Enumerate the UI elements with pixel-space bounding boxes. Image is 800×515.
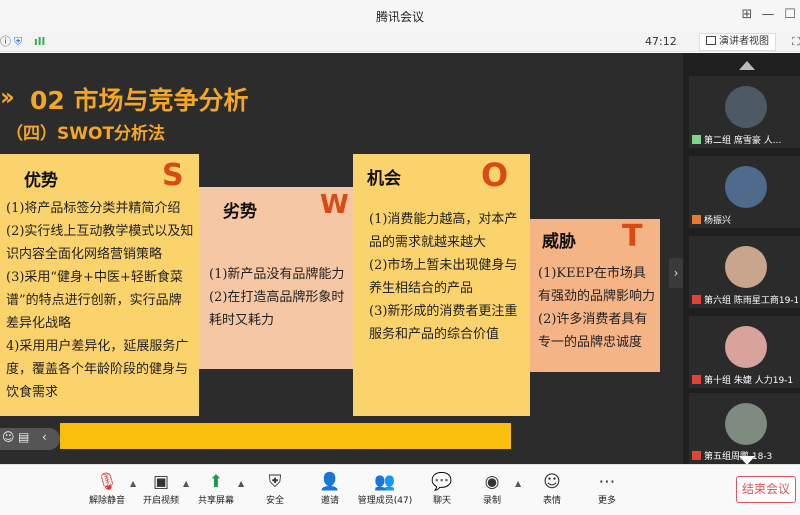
card-line: (1)KEEP在市场具有强劲的品牌影响力 xyxy=(538,266,656,304)
camera-off-icon: ▣ xyxy=(152,472,170,492)
share-screen-button[interactable]: ⬆ 共享屏幕 xyxy=(186,471,246,506)
caret-icon[interactable]: ▲ xyxy=(515,479,521,488)
participant-tile[interactable]: 第六组 陈雨星工商19-1 xyxy=(689,236,800,308)
share-screen-icon: ⬆ xyxy=(208,472,224,492)
card-body: (1)消费能力越高，对本产品的需求就越来越大 (2)市场上暂未出现健身与养生相结… xyxy=(369,208,521,346)
comment-icon[interactable]: ▤ xyxy=(18,430,29,444)
caret-icon[interactable]: ▲ xyxy=(238,479,244,488)
card-line: (1)消费能力越高，对本产品的需求就越来越大 xyxy=(369,212,518,250)
panel-toggle-button[interactable]: › xyxy=(669,258,683,288)
add-user-icon: 👤 xyxy=(319,472,341,492)
participant-name: 第六组 陈雨星工商19-1 xyxy=(704,296,798,306)
meeting-toolbar: 🎙 解除静音 ▲ ▣ 开启视频 ▲ ⬆ 共享屏幕 ▲ ⛨ 安全 👤 邀请 👥 管… xyxy=(0,464,800,515)
participant-name: 杨振兴 xyxy=(704,216,732,226)
card-body: (1)新产品没有品牌能力 (2)在打造高品牌形象时耗时又耗力 xyxy=(209,263,345,332)
participant-name: 第十组 朱婕 人力19-1 xyxy=(704,376,794,386)
mic-muted-icon: 🎙 xyxy=(96,472,118,492)
end-meeting-button[interactable]: 结束会议 xyxy=(736,476,796,503)
avatar xyxy=(725,246,767,288)
card-line: (2)在打造高品牌形象时耗时又耗力 xyxy=(209,290,345,328)
scroll-up-icon[interactable] xyxy=(739,61,755,70)
avatar xyxy=(725,326,767,368)
more-button[interactable]: ⋯ 更多 xyxy=(577,471,637,506)
card-line: (2)实行线上互动教学模式以及知识内容全面化网络营销策略 xyxy=(6,224,194,262)
card-line: (3)新形成的消费者更注重服务和产品的综合价值 xyxy=(369,304,518,342)
participant-tile[interactable]: 第二组 席雪豪 人... xyxy=(689,76,800,148)
card-line: (3)采用“健身+中医+轻断食菜谱”的特点进行创新，实行品牌差异化战略 xyxy=(6,270,183,331)
card-line: (2)市场上暂未出现健身与养生相结合的产品 xyxy=(369,258,518,296)
info-icon[interactable]: ⓘ xyxy=(0,35,11,49)
card-line: (2)许多消费者具有专一的品牌忠诚度 xyxy=(538,312,648,350)
record-button[interactable]: ◉ 录制 xyxy=(462,471,522,506)
card-letter: O xyxy=(481,156,509,194)
avatar xyxy=(725,86,767,128)
view-switch-button[interactable]: 演讲者视图 xyxy=(699,33,776,51)
pin-icon[interactable]: ⊞ xyxy=(737,6,757,24)
slide-subtitle: （四）SWOT分析法 xyxy=(6,124,166,144)
mic-muted-icon xyxy=(692,375,701,384)
participant-tile[interactable]: 第五组周鹏 18-3 xyxy=(689,393,800,464)
mic-icon xyxy=(692,135,701,144)
card-body: (1)KEEP在市场具有强劲的品牌影响力 (2)许多消费者具有专一的品牌忠诚度 xyxy=(538,262,656,354)
swot-card-strengths: 优势 S (1)将产品标签分类并精简介绍 (2)实行线上互动教学模式以及知识内容… xyxy=(0,154,199,416)
window-title: 腾讯会议 xyxy=(375,10,424,24)
card-letter: S xyxy=(162,158,184,193)
emoji-icon[interactable]: ☺ xyxy=(2,430,15,444)
card-letter: W xyxy=(320,190,349,220)
mic-muted-icon xyxy=(692,295,701,304)
more-icon: ⋯ xyxy=(598,472,616,492)
slide-bottom-bar xyxy=(60,423,511,449)
unmute-button[interactable]: 🎙 解除静音 xyxy=(77,471,137,506)
maximize-icon[interactable]: ☐ xyxy=(780,6,800,24)
swot-card-weaknesses: 劣势 W (1)新产品没有品牌能力 (2)在打造高品牌形象时耗时又耗力 xyxy=(199,187,353,369)
card-body: (1)将产品标签分类并精简介绍 (2)实行线上互动教学模式以及知识内容全面化网络… xyxy=(6,197,194,404)
user-icon xyxy=(692,215,701,224)
status-bar: ⓘ ⛨ ıll 47:12 演讲者视图 ⛶ xyxy=(0,32,800,52)
invite-button[interactable]: 👤 邀请 xyxy=(300,471,360,506)
card-line: (1)将产品标签分类并精简介绍 xyxy=(6,201,181,216)
shared-slide: ›› 02 市场与竞争分析 （四）SWOT分析法 优势 S (1)将产品标签分类… xyxy=(0,53,683,464)
card-line: (1)新产品没有品牌能力 xyxy=(209,267,345,282)
swot-card-opportunities: 机会 O (1)消费能力越高，对本产品的需求就越来越大 (2)市场上暂未出现健身… xyxy=(353,154,530,416)
members-icon: 👥 xyxy=(374,472,396,492)
manage-members-button[interactable]: 👥 管理成员(47) xyxy=(355,471,415,506)
smile-icon: ☺ xyxy=(543,472,561,492)
record-icon: ◉ xyxy=(484,472,500,492)
mic-muted-icon xyxy=(692,451,701,460)
card-heading: 机会 xyxy=(367,169,401,189)
layout-icon xyxy=(706,36,716,45)
meeting-timer: 47:12 xyxy=(645,35,677,48)
start-video-button[interactable]: ▣ 开启视频 xyxy=(131,471,191,506)
swot-card-threats: 威胁 T (1)KEEP在市场具有强劲的品牌影响力 (2)许多消费者具有专一的品… xyxy=(530,219,660,372)
minimize-icon[interactable]: — xyxy=(758,6,778,24)
slide-title: 02 市场与竞争分析 xyxy=(30,86,249,115)
avatar xyxy=(725,166,767,208)
card-heading: 劣势 xyxy=(223,202,257,222)
meeting-window: 腾讯会议 ⊞ — ☐ ⓘ ⛨ ıll 47:12 演讲者视图 ⛶ ›› 02 市… xyxy=(0,0,800,515)
signal-icon[interactable]: ıll xyxy=(34,35,45,49)
security-button[interactable]: ⛨ 安全 xyxy=(245,471,305,506)
reactions-button[interactable]: ☺ 表情 xyxy=(522,471,582,506)
avatar xyxy=(725,403,767,445)
card-heading: 威胁 xyxy=(542,232,576,252)
fullscreen-icon[interactable]: ⛶ xyxy=(792,35,800,49)
participant-tile[interactable]: 杨振兴 xyxy=(689,156,800,228)
shield-icon: ⛨ xyxy=(268,472,282,492)
card-letter: T xyxy=(622,219,643,254)
shield-icon[interactable]: ⛨ xyxy=(14,35,22,49)
participant-tile[interactable]: 第十组 朱婕 人力19-1 xyxy=(689,316,800,388)
participants-panel: 第二组 席雪豪 人... 杨振兴 第六组 陈雨星工商19-1 第十组 朱婕 人力… xyxy=(683,53,800,465)
title-bar: 腾讯会议 ⊞ — ☐ xyxy=(0,0,800,32)
collapse-icon[interactable]: ‹ xyxy=(42,430,47,444)
floating-toolbar[interactable]: ☺ ▤ ‹ xyxy=(0,428,60,450)
card-line: 4)采用用户差异化，延展服务广度，覆盖各个年龄阶段的健身与饮食需求 xyxy=(6,339,189,400)
chevron-icon: ›› xyxy=(0,83,15,111)
card-heading: 优势 xyxy=(24,171,58,191)
participant-name: 第二组 席雪豪 人... xyxy=(704,136,782,146)
